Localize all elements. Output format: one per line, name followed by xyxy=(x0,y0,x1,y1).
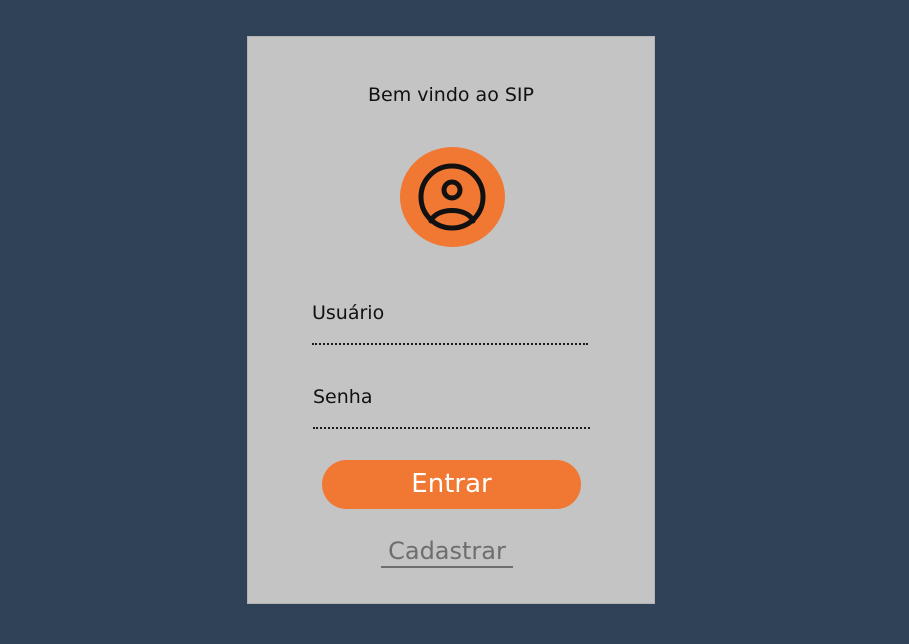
password-label: Senha xyxy=(313,386,373,408)
avatar xyxy=(400,147,505,247)
login-card: Bem vindo ao SIP Usuário Senha Entrar Ca… xyxy=(247,36,655,604)
page-title: Bem vindo ao SIP xyxy=(368,84,534,106)
register-link[interactable]: Cadastrar xyxy=(381,536,513,568)
password-input[interactable] xyxy=(313,407,590,429)
user-circle-icon xyxy=(418,163,486,231)
username-input[interactable] xyxy=(312,323,588,345)
username-label: Usuário xyxy=(312,302,385,324)
enter-button[interactable]: Entrar xyxy=(322,460,581,509)
